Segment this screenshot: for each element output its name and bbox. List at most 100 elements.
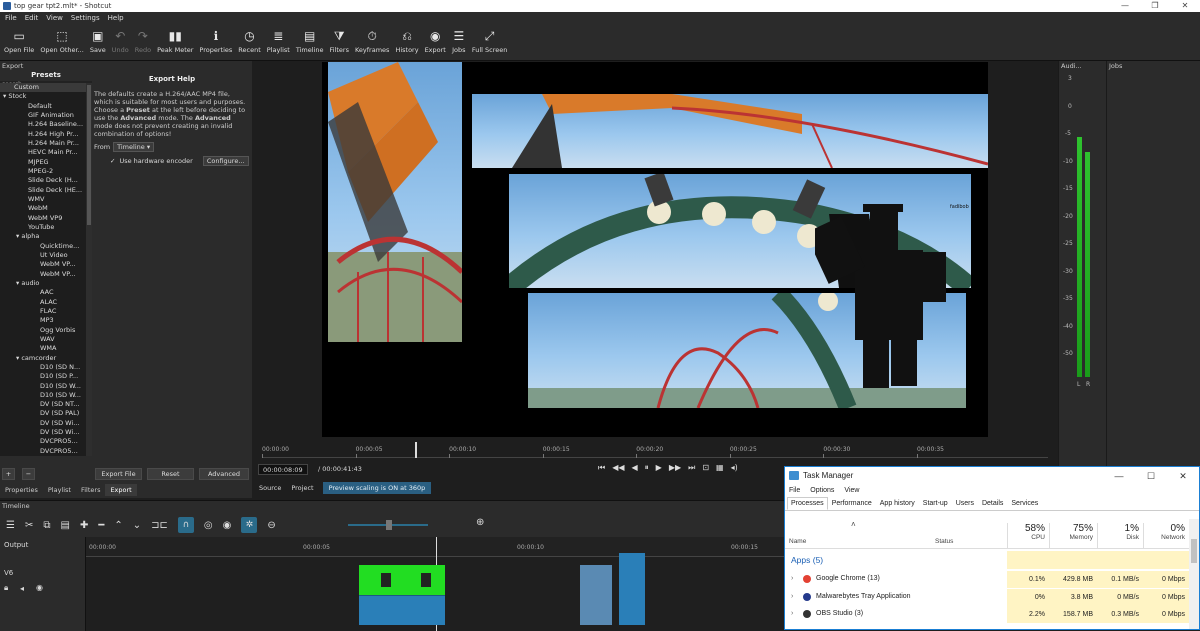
export-file-button[interactable]: Export File (95, 468, 142, 480)
keyframes-button[interactable]: ⏱ Keyframes (355, 25, 389, 60)
sort-arrow-icon[interactable]: ˄ (851, 520, 856, 529)
overwrite-icon[interactable]: ⌄ (133, 520, 141, 531)
preset-item[interactable]: H.264 Baseline... (0, 120, 86, 129)
track-visibility-icon[interactable]: ◉ (36, 583, 43, 592)
preset-group[interactable]: ▾ Stock (0, 92, 86, 101)
preset-item[interactable]: FLAC (0, 307, 86, 316)
preset-item[interactable]: DV (SD NT... (0, 400, 86, 409)
zoom-slider-handle[interactable] (386, 520, 392, 530)
preset-list-scrollbar[interactable] (86, 83, 92, 456)
track-mute-icon[interactable]: ◂ (20, 584, 24, 593)
preset-item[interactable]: D10 (SD P... (0, 372, 86, 381)
tab-services[interactable]: Services (1007, 497, 1042, 510)
tm-scrollbar-thumb[interactable] (1191, 539, 1197, 563)
timeline-clip-blue[interactable] (359, 595, 445, 625)
tab-startup[interactable]: Start-up (919, 497, 952, 510)
configure-button[interactable]: Configure... (202, 156, 249, 166)
preset-item[interactable]: Quicktime... (0, 242, 86, 251)
preset-item[interactable]: Slide Deck (H... (0, 176, 86, 185)
tm-menu-options[interactable]: Options (810, 485, 834, 497)
preset-item[interactable]: MP3 (0, 316, 86, 325)
scrub-icon[interactable]: ◎ (204, 520, 213, 531)
copy-icon[interactable]: ⧉ (43, 520, 50, 531)
full-screen-button[interactable]: ⤢ Full Screen (472, 25, 508, 60)
timeline-clip-sky[interactable] (580, 565, 612, 625)
tab-properties[interactable]: Properties (0, 484, 43, 496)
preset-item[interactable]: Ut Video (0, 251, 86, 260)
preset-item[interactable]: WebM VP9 (0, 214, 86, 223)
column-disk[interactable]: 1% Disk (1097, 523, 1143, 549)
redo-button[interactable]: ↷ Redo (135, 25, 151, 60)
preset-item[interactable]: H.264 Main Pr... (0, 139, 86, 148)
ripple-icon[interactable]: ◉ (223, 520, 232, 531)
tab-playlist[interactable]: Playlist (43, 484, 76, 496)
expand-arrow-icon[interactable]: › (791, 575, 793, 582)
preset-item[interactable]: Default (0, 102, 86, 111)
timeline-tracks[interactable]: Output V6 🔒︎ ◂ ◉ 00:00:00 00:00:05 00:00:1… (0, 537, 784, 631)
track-lock-icon[interactable]: 🔒︎ (4, 583, 8, 593)
preset-item[interactable]: DV (SD Wi... (0, 428, 86, 437)
zoom-icon[interactable]: ⊡ (702, 463, 709, 473)
tm-scrollbar[interactable] (1189, 519, 1199, 629)
recent-button[interactable]: ◷ Recent (238, 25, 260, 60)
menu-edit[interactable]: Edit (25, 12, 39, 25)
current-timecode[interactable]: 00:00:08:09 (258, 464, 308, 475)
pause-icon[interactable]: ⏸ (645, 463, 649, 473)
snap-icon[interactable]: ∩ (177, 517, 194, 533)
process-row[interactable]: › Malwarebytes Tray Application 0% 3.8 MB 0 … (785, 588, 1189, 606)
properties-button[interactable]: ℹ Properties (199, 25, 232, 60)
player-time-ruler[interactable]: 00:00:00 00:00:05 00:00:10 00:00:15 00:00:20… (262, 444, 1048, 458)
tab-filters[interactable]: Filters (76, 484, 105, 496)
append-icon[interactable]: ✚ (80, 520, 88, 531)
preset-item[interactable]: WebM VP... (0, 270, 86, 279)
fast-forward-icon[interactable]: ▶▶ (669, 463, 681, 473)
remove-icon[interactable]: ━ (98, 520, 104, 531)
player-playhead[interactable] (415, 442, 418, 458)
tab-processes[interactable]: Processes (787, 497, 828, 510)
advanced-button[interactable]: Advanced (199, 468, 249, 480)
tab-details[interactable]: Details (978, 497, 1007, 510)
preset-item[interactable]: AAC (0, 288, 86, 297)
menu-settings[interactable]: Settings (71, 12, 100, 25)
timeline-ruler[interactable]: 00:00:00 00:00:05 00:00:10 00:00:15 (86, 537, 784, 557)
filters-button[interactable]: ⧩ Filters (330, 25, 349, 60)
volume-icon[interactable]: ◂) (731, 463, 738, 473)
process-row[interactable]: › Google Chrome (13) 0.1% 429.8 MB 0.1 MB/s 0… (785, 571, 1189, 588)
peak-meter-button[interactable]: ▮▮ Peak Meter (157, 25, 193, 60)
export-button[interactable]: ◉ Export (425, 25, 446, 60)
timeline-clip-stack[interactable] (619, 553, 645, 625)
undo-button[interactable]: ↶ Undo (112, 25, 129, 60)
hardware-encoder-checkbox[interactable]: ✓ (110, 157, 115, 165)
history-button[interactable]: ⎌ History (395, 25, 418, 60)
preset-group[interactable]: ▾ camcorder (0, 354, 86, 363)
step-forward-icon[interactable]: ▶ (656, 463, 662, 473)
preset-item[interactable]: D10 (SD N... (0, 363, 86, 372)
column-network[interactable]: 0% Network (1143, 523, 1189, 549)
reset-button[interactable]: Reset (147, 468, 194, 480)
tm-maximize-button[interactable]: ☐ (1135, 467, 1167, 485)
preset-item[interactable]: WAV (0, 335, 86, 344)
lift-icon[interactable]: ⌃ (114, 520, 122, 531)
preset-item[interactable]: DVCPRO5... (0, 447, 86, 456)
preset-item[interactable]: MPEG-2 (0, 167, 86, 176)
timeline-clip-green[interactable] (359, 565, 445, 595)
tab-users[interactable]: Users (952, 497, 978, 510)
preset-item[interactable]: D10 (SD W... (0, 382, 86, 391)
preset-item[interactable]: WMA (0, 344, 86, 353)
from-select[interactable]: Timeline ▾ (113, 142, 155, 152)
preset-item[interactable]: Custom (0, 83, 86, 93)
save-button[interactable]: ▣ Save (90, 25, 106, 60)
preset-item[interactable]: WMV (0, 195, 86, 204)
preset-group[interactable]: ▾ alpha (0, 232, 86, 241)
rewind-icon[interactable]: ◀◀ (612, 463, 624, 473)
column-cpu[interactable]: 58% CPU (1007, 523, 1049, 549)
close-button[interactable]: ✕ (1170, 0, 1200, 12)
cut-icon[interactable]: ✂ (25, 520, 33, 531)
preset-item[interactable]: WebM VP... (0, 260, 86, 269)
ripple-all-icon[interactable]: ✲ (241, 517, 258, 533)
tab-project[interactable]: Project (286, 482, 318, 494)
column-status[interactable]: Status (935, 538, 953, 545)
preset-list[interactable]: Custom ▾ Stock Default GIF Animation H.264 B… (0, 83, 86, 456)
preset-item[interactable]: D10 (SD W... (0, 391, 86, 400)
tab-performance[interactable]: Performance (828, 497, 876, 510)
